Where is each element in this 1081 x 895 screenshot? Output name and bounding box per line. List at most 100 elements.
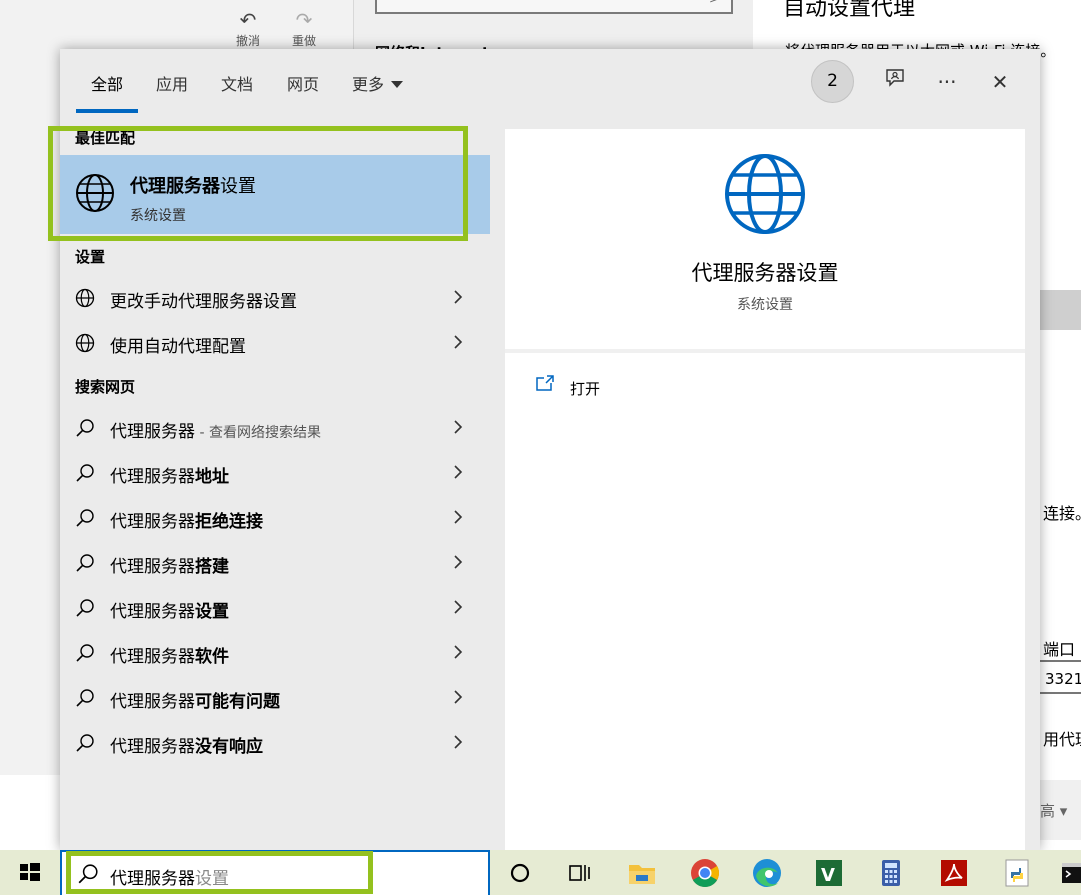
active-tab-indicator — [76, 109, 138, 113]
chevron-right-icon — [454, 335, 463, 349]
terminal-icon[interactable] — [1058, 856, 1081, 890]
dropdown-chevron-icon: > — [709, 0, 719, 6]
web-result-5[interactable]: 代理服务器软件 — [60, 631, 490, 676]
background-text-connect: 连接。 — [1043, 504, 1081, 523]
search-autocomplete-text: 设置 — [195, 869, 229, 889]
cortana-icon[interactable] — [503, 856, 537, 890]
web-result-base: 代理服务器 — [110, 422, 195, 442]
search-icon — [76, 734, 94, 752]
web-result-0[interactable]: 代理服务器 - 查看网络搜索结果 — [60, 406, 490, 451]
background-dropdown[interactable]: > — [375, 0, 733, 14]
web-result-bold: 可能有问题 — [195, 692, 280, 712]
preview-title: 代理服务器设置 — [691, 261, 839, 285]
feedback-icon[interactable] — [880, 67, 910, 97]
taskbar-search-box[interactable]: 代理服务器设置 — [60, 850, 490, 895]
background-port-label: 端口 — [1043, 640, 1076, 659]
tab-all[interactable]: 全部 — [91, 71, 123, 95]
search-icon — [76, 509, 94, 527]
start-button[interactable] — [0, 850, 60, 895]
best-match-title: 代理服务器设置 — [130, 172, 256, 198]
web-result-label: 代理服务器搭建 — [110, 552, 229, 577]
web-result-base: 代理服务器 — [110, 512, 195, 532]
web-result-bold: 没有响应 — [195, 737, 263, 757]
filter-tabs-bar: 全部 应用 文档 网页 更多 2 ··· ✕ — [60, 49, 1040, 114]
chevron-right-icon — [454, 290, 463, 304]
search-icon — [76, 644, 94, 662]
web-result-label: 代理服务器 - 查看网络搜索结果 — [110, 417, 321, 442]
web-result-label: 代理服务器拒绝连接 — [110, 507, 263, 532]
web-result-base: 代理服务器 — [110, 647, 195, 667]
open-external-icon — [536, 375, 554, 391]
background-toggle[interactable] — [1040, 290, 1081, 330]
web-result-6[interactable]: 代理服务器可能有问题 — [60, 676, 490, 721]
tab-documents[interactable]: 文档 — [221, 71, 253, 95]
globe-icon — [75, 333, 95, 353]
web-result-base: 代理服务器 — [110, 692, 195, 712]
web-result-2[interactable]: 代理服务器拒绝连接 — [60, 496, 490, 541]
calculator-icon[interactable] — [874, 856, 908, 890]
undo-button[interactable]: ↶ 撤消 — [228, 8, 268, 49]
tab-web[interactable]: 网页 — [287, 71, 319, 95]
divider — [505, 349, 1025, 353]
tab-more[interactable]: 更多 — [352, 71, 404, 95]
chevron-right-icon — [454, 645, 463, 659]
edge-icon[interactable] — [750, 856, 784, 890]
web-result-hint: - 查看网络搜索结果 — [195, 425, 321, 441]
web-result-base: 代理服务器 — [110, 737, 195, 757]
taskbar: 代理服务器设置 V — [0, 850, 1081, 895]
best-match-result[interactable]: 代理服务器设置 系统设置 — [60, 155, 490, 234]
globe-icon — [724, 153, 806, 239]
best-match-title-bold: 代理服务器 — [130, 176, 220, 197]
chevron-right-icon — [454, 600, 463, 614]
chevron-down-icon — [391, 81, 404, 88]
settings-result-auto-proxy[interactable]: 使用自动代理配置 — [60, 321, 490, 366]
globe-icon — [75, 173, 115, 217]
rewards-badge[interactable]: 2 — [811, 60, 854, 103]
web-result-4[interactable]: 代理服务器设置 — [60, 586, 490, 631]
section-best-match: 最佳匹配 — [75, 129, 136, 147]
background-text-proxy: 用代理 — [1043, 730, 1081, 749]
close-icon[interactable]: ✕ — [985, 67, 1015, 97]
web-result-label: 代理服务器设置 — [110, 597, 229, 622]
search-icon — [76, 554, 94, 572]
more-options-icon[interactable]: ··· — [932, 67, 962, 97]
best-match-subtitle: 系统设置 — [130, 208, 186, 224]
tab-more-label: 更多 — [352, 75, 385, 94]
globe-icon — [75, 288, 95, 308]
chevron-right-icon — [454, 420, 463, 434]
background-dropdown-right[interactable]: 高 ▾ — [1040, 780, 1081, 840]
redo-label: 重做 — [291, 34, 316, 48]
acrobat-icon[interactable] — [937, 856, 971, 890]
background-port-input[interactable]: 3321 — [1040, 660, 1081, 694]
web-result-label: 代理服务器软件 — [110, 642, 229, 667]
windows-logo-icon — [20, 863, 40, 881]
web-result-base: 代理服务器 — [110, 467, 195, 487]
search-icon — [76, 419, 94, 437]
vim-icon[interactable]: V — [812, 856, 846, 890]
settings-result-label: 使用自动代理配置 — [110, 337, 246, 357]
tab-apps[interactable]: 应用 — [156, 71, 188, 95]
search-query[interactable]: 代理服务器设置 — [110, 864, 229, 889]
background-page-title: 自动设置代理 — [783, 0, 916, 21]
web-result-label: 代理服务器没有响应 — [110, 732, 263, 757]
task-view-icon[interactable] — [563, 856, 597, 890]
web-result-bold: 地址 — [195, 467, 229, 487]
redo-icon: ↷ — [295, 8, 313, 32]
search-typed-text: 代理服务器 — [110, 869, 195, 889]
section-web-search: 搜索网页 — [75, 378, 136, 396]
search-icon — [76, 464, 94, 482]
python-icon[interactable] — [1000, 856, 1034, 890]
chevron-right-icon — [454, 465, 463, 479]
section-settings: 设置 — [75, 248, 106, 266]
chrome-icon[interactable] — [688, 856, 722, 890]
web-result-7[interactable]: 代理服务器没有响应 — [60, 721, 490, 766]
web-result-3[interactable]: 代理服务器搭建 — [60, 541, 490, 586]
file-explorer-icon[interactable] — [625, 856, 659, 890]
chevron-right-icon — [454, 555, 463, 569]
web-result-base: 代理服务器 — [110, 602, 195, 622]
chevron-right-icon — [454, 510, 463, 524]
open-action[interactable]: 打开 — [535, 374, 600, 398]
redo-button[interactable]: ↷ 重做 — [284, 8, 324, 49]
settings-result-manual-proxy[interactable]: 更改手动代理服务器设置 — [60, 276, 490, 321]
web-result-1[interactable]: 代理服务器地址 — [60, 451, 490, 496]
